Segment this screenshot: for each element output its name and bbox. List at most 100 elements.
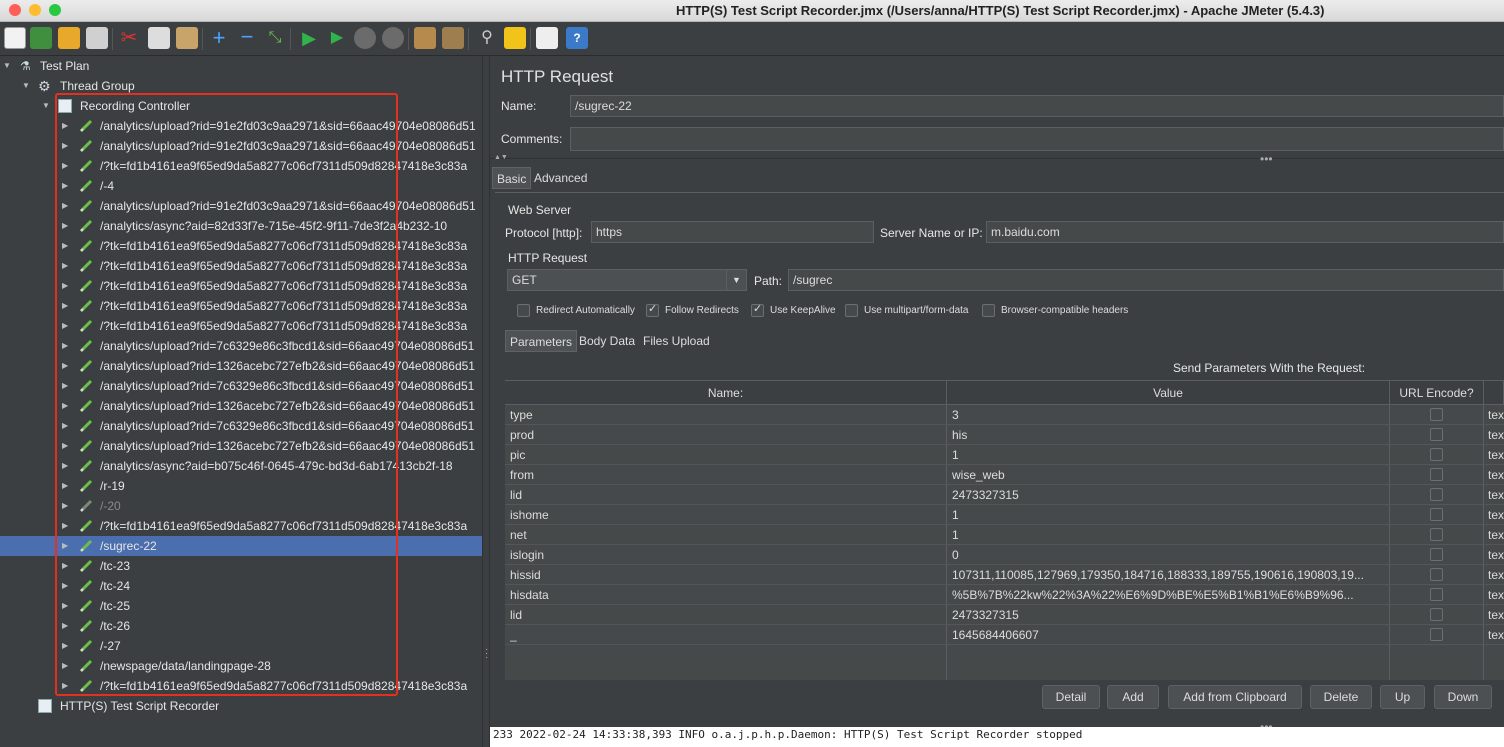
expand-arrow-icon[interactable]: ▶	[62, 636, 72, 656]
param-name-cell[interactable]: lid	[510, 605, 940, 625]
table-row[interactable]: lid 2473327315 tex	[505, 605, 1504, 625]
content-type-cell[interactable]: tex	[1488, 605, 1504, 625]
tree-node-sampler[interactable]: ▶ /-20	[0, 496, 482, 516]
expand-arrow-icon[interactable]: ▶	[62, 536, 72, 556]
stop-icon[interactable]	[354, 27, 376, 49]
expand-arrow-icon[interactable]: ▶	[62, 396, 72, 416]
content-type-cell[interactable]: tex	[1488, 565, 1504, 585]
tree-node-recording-controller[interactable]: ▼ Recording Controller	[0, 96, 482, 116]
table-row[interactable]: _ 1645684406607 tex	[505, 625, 1504, 645]
url-encode-checkbox[interactable]	[1430, 548, 1443, 561]
tree-node-sampler[interactable]: ▶ /tc-24	[0, 576, 482, 596]
column-header-name[interactable]: Name:	[505, 381, 947, 405]
tree-node-sampler[interactable]: ▶ /analytics/upload?rid=7c6329e86c3fbcd1&…	[0, 416, 482, 436]
param-value-cell[interactable]: 2473327315	[952, 485, 1384, 505]
collapse-arrows-icon[interactable]: ▲▼	[494, 154, 508, 161]
tree-node-test-plan[interactable]: ▼ ⚗ Test Plan	[0, 56, 482, 76]
tree-node-sampler[interactable]: ▶ /?tk=fd1b4161ea9f65ed9da5a8277c06cf7311…	[0, 516, 482, 536]
expand-arrow-icon[interactable]: ▶	[62, 496, 72, 516]
tree-node-sampler[interactable]: ▶ /analytics/upload?rid=91e2fd03c9aa2971&…	[0, 196, 482, 216]
content-type-cell[interactable]: tex	[1488, 585, 1504, 605]
url-encode-checkbox[interactable]	[1430, 508, 1443, 521]
drag-handle-icon[interactable]: •••	[1260, 152, 1273, 166]
browser-compatible-headers-checkbox[interactable]	[982, 304, 995, 317]
param-name-cell[interactable]: lid	[510, 485, 940, 505]
param-value-cell[interactable]: his	[952, 425, 1384, 445]
tree-node-sampler[interactable]: ▶ /newspage/data/landingpage-28	[0, 656, 482, 676]
table-row[interactable]: ishome 1 tex	[505, 505, 1504, 525]
close-window-button[interactable]	[9, 4, 21, 16]
protocol-field[interactable]: https	[591, 221, 874, 243]
server-field[interactable]: m.baidu.com	[986, 221, 1504, 243]
tree-node-recorder[interactable]: HTTP(S) Test Script Recorder	[0, 696, 482, 716]
expand-arrow-icon[interactable]: ▶	[62, 436, 72, 456]
tree-node-sampler[interactable]: ▶ /analytics/upload?rid=1326acebc727efb2&…	[0, 396, 482, 416]
param-name-cell[interactable]: net	[510, 525, 940, 545]
tree-node-sampler[interactable]: ▶ /analytics/upload?rid=7c6329e86c3fbcd1&…	[0, 376, 482, 396]
url-encode-checkbox[interactable]	[1430, 568, 1443, 581]
param-value-cell[interactable]: 0	[952, 545, 1384, 565]
maximize-window-button[interactable]	[49, 4, 61, 16]
expand-arrow-icon[interactable]: ▶	[62, 516, 72, 536]
clear-icon[interactable]	[414, 27, 436, 49]
expand-arrow-icon[interactable]: ▶	[62, 556, 72, 576]
expand-icon[interactable]: +	[208, 27, 230, 49]
expand-arrow-icon[interactable]: ▶	[62, 196, 72, 216]
delete-button[interactable]: Delete	[1310, 685, 1372, 709]
collapse-arrow-icon[interactable]: ▼	[42, 96, 52, 116]
search-icon[interactable]: ⚲	[476, 27, 498, 49]
tree-node-sampler[interactable]: ▶ /analytics/upload?rid=7c6329e86c3fbcd1&…	[0, 336, 482, 356]
collapse-icon[interactable]: −	[236, 26, 258, 49]
tree-node-sampler[interactable]: ▶ /analytics/async?aid=b075c46f-0645-479c…	[0, 456, 482, 476]
new-icon[interactable]	[4, 27, 26, 49]
follow-redirects-checkbox[interactable]	[646, 302, 659, 317]
add-button[interactable]: Add	[1107, 685, 1159, 709]
expand-arrow-icon[interactable]: ▶	[62, 216, 72, 236]
expand-arrow-icon[interactable]: ▶	[62, 576, 72, 596]
redirect-automatically-checkbox[interactable]	[517, 304, 530, 317]
content-type-cell[interactable]: tex	[1488, 545, 1504, 565]
paste-icon[interactable]	[176, 27, 198, 49]
function-helper-icon[interactable]	[536, 27, 558, 49]
tree-node-sampler[interactable]: ▶ /tc-25	[0, 596, 482, 616]
param-name-cell[interactable]: ishome	[510, 505, 940, 525]
toggle-icon[interactable]: ⤡	[264, 27, 286, 49]
column-header-content-type[interactable]	[1484, 381, 1504, 405]
table-row[interactable]: type 3 tex	[505, 405, 1504, 425]
tree-node-sampler[interactable]: ▶ /?tk=fd1b4161ea9f65ed9da5a8277c06cf7311…	[0, 236, 482, 256]
tree-node-sampler[interactable]: ▶ /-27	[0, 636, 482, 656]
content-type-cell[interactable]: tex	[1488, 465, 1504, 485]
log-panel[interactable]: 233 2022-02-24 14:33:38,393 INFO o.a.j.p…	[490, 727, 1504, 747]
comments-field[interactable]	[570, 127, 1504, 151]
column-header-value[interactable]: Value	[947, 381, 1390, 405]
tree-node-sampler[interactable]: ▶ /sugrec-22	[0, 536, 482, 556]
url-encode-checkbox[interactable]	[1430, 468, 1443, 481]
tab-basic[interactable]: Basic	[492, 167, 532, 189]
tab-files-upload[interactable]: Files Upload	[639, 330, 714, 352]
table-row[interactable]: pic 1 tex	[505, 445, 1504, 465]
collapse-arrow-icon[interactable]: ▼	[3, 56, 13, 76]
param-value-cell[interactable]: 1	[952, 445, 1384, 465]
url-encode-checkbox[interactable]	[1430, 488, 1443, 501]
table-row[interactable]: from wise_web tex	[505, 465, 1504, 485]
content-type-cell[interactable]: tex	[1488, 485, 1504, 505]
url-encode-checkbox[interactable]	[1430, 628, 1443, 641]
param-value-cell[interactable]: 1645684406607	[952, 625, 1384, 645]
tree-node-sampler[interactable]: ▶ /analytics/upload?rid=1326acebc727efb2&…	[0, 356, 482, 376]
help-icon[interactable]: ?	[566, 27, 588, 49]
param-value-cell[interactable]: 1	[952, 525, 1384, 545]
expand-arrow-icon[interactable]: ▶	[62, 616, 72, 636]
param-value-cell[interactable]: 1	[952, 505, 1384, 525]
start-icon[interactable]: ▶	[298, 27, 320, 49]
down-button[interactable]: Down	[1434, 685, 1492, 709]
tab-body-data[interactable]: Body Data	[575, 330, 639, 352]
detail-button[interactable]: Detail	[1042, 685, 1100, 709]
param-name-cell[interactable]: from	[510, 465, 940, 485]
expand-arrow-icon[interactable]: ▶	[62, 596, 72, 616]
expand-arrow-icon[interactable]: ▶	[62, 156, 72, 176]
tree-node-sampler[interactable]: ▶ /?tk=fd1b4161ea9f65ed9da5a8277c06cf7311…	[0, 296, 482, 316]
minimize-window-button[interactable]	[29, 4, 41, 16]
shutdown-icon[interactable]	[382, 27, 404, 49]
tree-node-sampler[interactable]: ▶ /analytics/upload?rid=91e2fd03c9aa2971&…	[0, 116, 482, 136]
chevron-down-icon[interactable]: ▼	[726, 270, 746, 290]
